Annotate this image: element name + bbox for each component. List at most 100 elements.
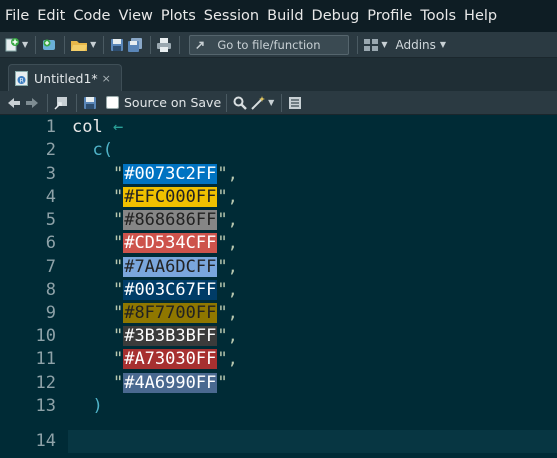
new-project-button[interactable] xyxy=(41,35,57,55)
comma: , xyxy=(227,326,238,346)
menu-tools[interactable]: Tools xyxy=(420,0,462,32)
chevron-down-icon: ▼ xyxy=(22,40,29,49)
back-button[interactable] xyxy=(6,93,22,113)
code-line-color: "#4A6990FF" xyxy=(72,372,228,395)
line-number: 2 xyxy=(45,140,56,160)
print-button[interactable] xyxy=(156,35,172,55)
source-on-save-checkbox[interactable] xyxy=(106,96,119,109)
code-line-color: "#3B3B3BFF", xyxy=(72,325,238,348)
color-swatch-string: #A73030FF xyxy=(123,349,218,369)
color-swatch-string: #8F7700FF xyxy=(123,303,218,323)
menu-code[interactable]: Code xyxy=(73,0,116,32)
go-to-file-placeholder: Go to file/function xyxy=(217,37,321,52)
color-swatch-string: #003C67FF xyxy=(123,280,218,300)
toolbar-divider xyxy=(281,93,283,112)
line-number: 3 xyxy=(45,164,56,184)
menu-plots[interactable]: Plots xyxy=(161,0,202,32)
assignment-operator: ← xyxy=(112,117,124,137)
code-tools-button[interactable]: ▼ xyxy=(250,93,274,113)
toolbar-divider xyxy=(103,35,105,54)
menu-help[interactable]: Help xyxy=(464,0,503,32)
menu-profile[interactable]: Profile xyxy=(367,0,418,32)
line-number: 10 xyxy=(35,326,56,346)
code-line-13: ) xyxy=(72,395,102,418)
code-line-color: "#0073C2FF", xyxy=(72,163,238,186)
quote: " xyxy=(112,349,124,369)
editor-tab-strip: R Untitled1* × xyxy=(0,58,557,91)
save-icon xyxy=(84,96,96,109)
grid-panes-icon xyxy=(364,38,379,51)
color-swatch-string: #3B3B3BFF xyxy=(123,326,218,346)
save-all-icon xyxy=(128,37,143,52)
outline-icon xyxy=(289,96,302,109)
color-swatch-string: #7AA6DCFF xyxy=(123,257,218,277)
toolbar-divider xyxy=(226,93,228,112)
line-number: 1 xyxy=(45,117,56,137)
code-line-2: c( xyxy=(72,139,112,162)
menu-edit[interactable]: Edit xyxy=(37,0,71,32)
line-number: 4 xyxy=(45,187,56,207)
go-to-file-input[interactable]: Go to file/function xyxy=(189,34,350,55)
menu-file[interactable]: File xyxy=(5,0,35,32)
save-button[interactable] xyxy=(109,35,125,55)
editor-save-button[interactable] xyxy=(82,93,98,113)
quote: " xyxy=(112,164,124,184)
search-icon xyxy=(233,96,247,110)
r-script-icon: R xyxy=(15,70,28,86)
quote: " xyxy=(112,210,124,230)
print-icon xyxy=(157,37,172,52)
quote: " xyxy=(217,349,228,369)
line-number: 8 xyxy=(45,280,56,300)
line-number-gutter: 1 2 3 4 5 6 7 8 9 10 11 12 13 14 xyxy=(0,115,68,458)
quote: " xyxy=(112,257,124,277)
open-folder-icon xyxy=(71,40,88,51)
quote: " xyxy=(217,326,228,346)
code-line-color: "#EFC000FF", xyxy=(72,186,238,209)
open-file-button[interactable]: ▼ xyxy=(70,35,96,55)
menu-bar: File Edit Code View Plots Session Build … xyxy=(0,0,557,32)
tab-untitled1[interactable]: R Untitled1* × xyxy=(8,64,122,91)
comma: , xyxy=(227,280,238,300)
forward-button[interactable] xyxy=(24,93,40,113)
addins-menu[interactable]: Addins xyxy=(395,38,435,52)
quote: " xyxy=(217,280,228,300)
chevron-down-icon: ▼ xyxy=(439,40,447,49)
back-arrow-icon xyxy=(8,97,20,108)
quote: " xyxy=(112,280,124,300)
code-line-1: col ← xyxy=(72,116,123,139)
comma: , xyxy=(227,303,238,323)
comma: , xyxy=(227,257,238,277)
line-number: 12 xyxy=(35,373,56,393)
color-swatch-string: #0073C2FF xyxy=(123,164,218,184)
toolbar-divider xyxy=(35,35,37,54)
toolbar-divider xyxy=(47,93,48,112)
color-swatch-string: #EFC000FF xyxy=(123,187,218,207)
show-in-window-button[interactable] xyxy=(53,93,69,113)
code-line-color: "#003C67FF", xyxy=(72,279,238,302)
main-toolbar: ▼ ▼ Go to file/function ▼ Addins ▼ xyxy=(0,32,557,58)
comma: , xyxy=(227,187,238,207)
variable-name: col xyxy=(72,117,103,137)
code-editor[interactable]: 1 2 3 4 5 6 7 8 9 10 11 12 13 14 col ← c… xyxy=(0,115,557,458)
quote: " xyxy=(217,303,228,323)
pane-layout-button[interactable]: ▼ xyxy=(363,35,387,55)
close-icon[interactable]: × xyxy=(102,72,111,85)
menu-build[interactable]: Build xyxy=(267,0,309,32)
code-line-color: "#CD534CFF", xyxy=(72,232,238,255)
go-to-arrow-icon xyxy=(196,41,204,49)
save-all-button[interactable] xyxy=(127,35,143,55)
new-file-button[interactable]: ▼ xyxy=(4,35,28,55)
menu-session[interactable]: Session xyxy=(204,0,265,32)
menu-view[interactable]: View xyxy=(118,0,158,32)
quote: " xyxy=(112,373,124,393)
line-number: 9 xyxy=(45,303,56,323)
document-outline-button[interactable] xyxy=(287,93,303,113)
comma: , xyxy=(227,349,238,369)
toolbar-divider xyxy=(179,35,181,54)
code-line-color: "#868686FF", xyxy=(72,209,238,232)
find-replace-button[interactable] xyxy=(232,93,248,113)
line-number: 14 xyxy=(35,431,56,451)
menu-debug[interactable]: Debug xyxy=(312,0,366,32)
toolbar-divider xyxy=(64,35,66,54)
comma: , xyxy=(227,164,238,184)
